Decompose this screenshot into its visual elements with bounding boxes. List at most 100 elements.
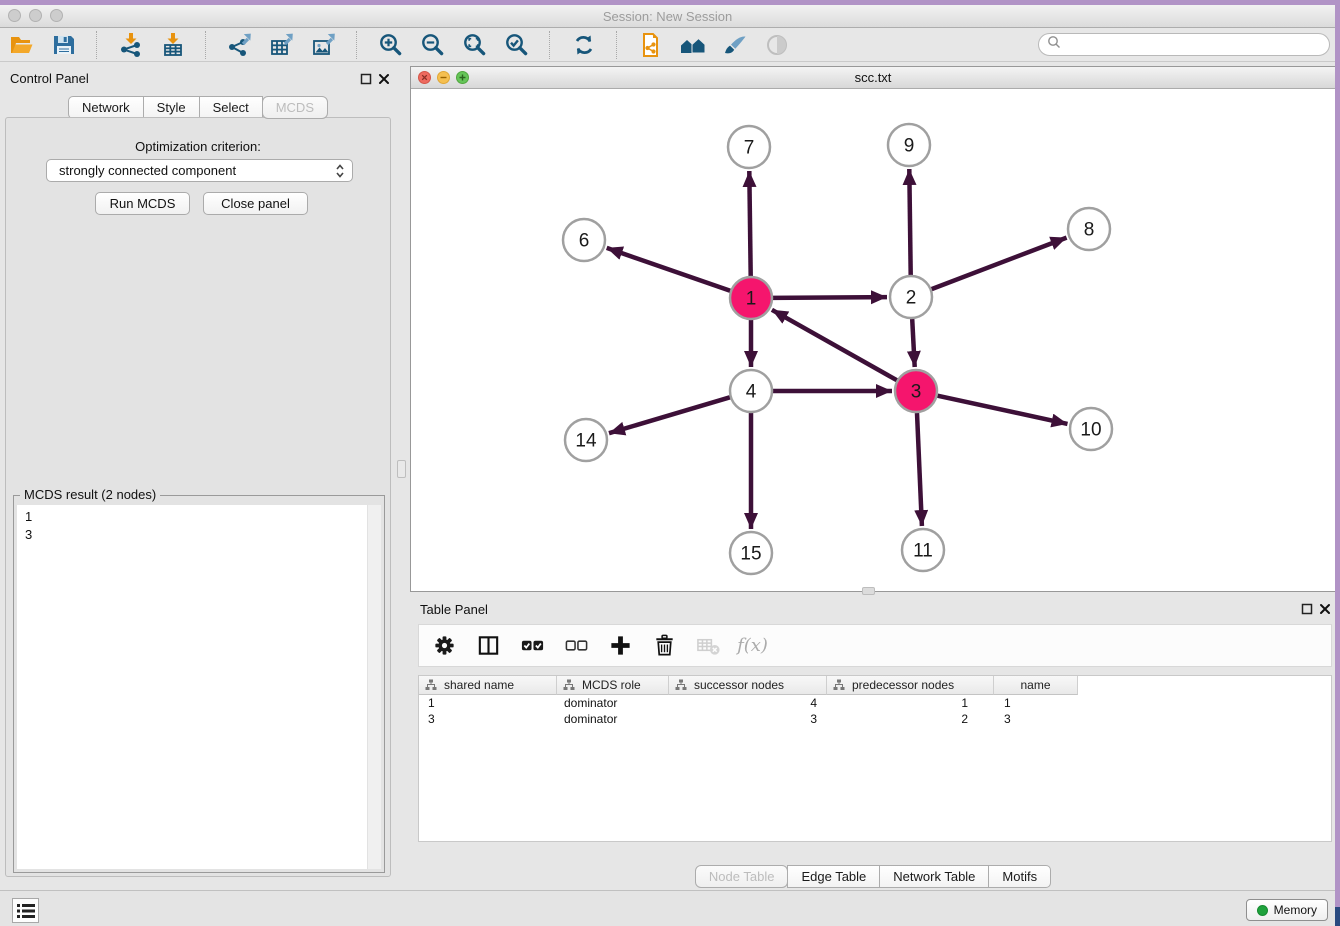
column-header-predecessor-nodes[interactable]: predecessor nodes [827, 676, 994, 695]
control-panel-title: Control Panel [10, 71, 89, 86]
cell-predecessor-nodes[interactable]: 2 [827, 712, 994, 726]
float-table-panel-icon[interactable] [1300, 602, 1314, 616]
node-table: shared nameMCDS rolesuccessor nodesprede… [418, 675, 1332, 842]
cell-name[interactable]: 1 [994, 696, 1078, 710]
node-8[interactable]: 8 [1068, 208, 1110, 250]
svg-text:8: 8 [1084, 220, 1095, 241]
control-panel: Control Panel NetworkStyleSelectMCDS Opt… [0, 62, 396, 890]
delete-row-icon[interactable] [651, 632, 678, 659]
open-session-icon[interactable] [8, 31, 35, 58]
float-panel-icon[interactable] [359, 72, 373, 86]
network-window-titlebar[interactable]: scc.txt [411, 67, 1335, 89]
cell-mcds-role[interactable]: dominator [557, 712, 669, 726]
deselect-all-icon[interactable] [563, 632, 590, 659]
splitter-grip-horizontal[interactable] [862, 587, 875, 595]
edge-3-10[interactable] [938, 396, 1068, 424]
import-network-icon[interactable] [117, 31, 144, 58]
tab-select[interactable]: Select [199, 96, 263, 119]
node-6[interactable]: 6 [563, 219, 605, 261]
node-2[interactable]: 2 [890, 276, 932, 318]
mcds-result-title: MCDS result (2 nodes) [20, 487, 160, 502]
edge-2-3[interactable] [912, 319, 915, 367]
tab-node-table[interactable]: Node Table [695, 865, 789, 888]
column-header-name[interactable]: name [994, 676, 1078, 695]
splitter-grip[interactable] [397, 460, 406, 478]
svg-text:4: 4 [746, 382, 757, 403]
network-canvas[interactable]: 7 9 6 8 1 2 4 3 14 10 15 11 [411, 89, 1335, 591]
tab-edge-table[interactable]: Edge Table [787, 865, 880, 888]
cell-predecessor-nodes[interactable]: 1 [827, 696, 994, 710]
zoom-fit-icon[interactable] [461, 31, 488, 58]
select-all-icon[interactable] [519, 632, 546, 659]
export-table-icon[interactable] [268, 31, 295, 58]
table-options-icon[interactable] [431, 632, 458, 659]
table-row[interactable]: 1dominator411 [419, 695, 1331, 711]
column-header-successor-nodes[interactable]: successor nodes [669, 676, 827, 695]
edge-3-1[interactable] [772, 310, 897, 380]
edge-1-6[interactable] [607, 248, 731, 291]
search-input[interactable] [1061, 35, 1329, 55]
criterion-dropdown[interactable]: strongly connected component [46, 159, 353, 182]
column-header-mcds-role[interactable]: MCDS role [557, 676, 669, 695]
tab-mcds[interactable]: MCDS [262, 96, 328, 119]
task-history-button[interactable] [12, 898, 39, 923]
style-brush-icon[interactable] [721, 31, 748, 58]
node-3[interactable]: 3 [895, 370, 937, 412]
edge-1-2[interactable] [773, 297, 887, 298]
cell-shared-name[interactable]: 3 [419, 712, 557, 726]
export-network-icon[interactable] [226, 31, 253, 58]
run-mcds-button[interactable]: Run MCDS [95, 192, 190, 215]
close-panel-icon[interactable] [377, 72, 391, 86]
tab-network[interactable]: Network [68, 96, 144, 119]
copy-session-icon[interactable] [637, 31, 664, 58]
scrollbar-track[interactable] [367, 505, 381, 869]
zoom-selected-icon[interactable] [503, 31, 530, 58]
column-header-shared-name[interactable]: shared name [419, 676, 557, 695]
zoom-out-icon[interactable] [419, 31, 446, 58]
export-image-icon[interactable] [310, 31, 337, 58]
mcds-result-textarea[interactable]: 13 [17, 505, 381, 869]
edge-2-8[interactable] [932, 238, 1067, 290]
edge-1-7[interactable] [749, 171, 750, 276]
close-table-panel-icon[interactable] [1318, 602, 1332, 616]
memory-label: Memory [1274, 903, 1317, 917]
edge-3-11[interactable] [917, 413, 922, 526]
node-7[interactable]: 7 [728, 126, 770, 168]
home-icon[interactable] [679, 31, 706, 58]
node-11[interactable]: 11 [902, 529, 944, 571]
edge-2-9[interactable] [909, 169, 910, 275]
node-9[interactable]: 9 [888, 124, 930, 166]
zoom-in-icon[interactable] [377, 31, 404, 58]
cell-shared-name[interactable]: 1 [419, 696, 557, 710]
node-15[interactable]: 15 [730, 532, 772, 574]
search-icon [1047, 35, 1061, 54]
node-14[interactable]: 14 [565, 419, 607, 461]
import-table-icon[interactable] [159, 31, 186, 58]
tab-style[interactable]: Style [143, 96, 200, 119]
desktop-frame-right [1335, 0, 1340, 907]
tab-network-table[interactable]: Network Table [879, 865, 989, 888]
memory-button[interactable]: Memory [1246, 899, 1328, 921]
edge-4-14[interactable] [609, 397, 730, 433]
node-1[interactable]: 1 [730, 277, 772, 319]
refresh-layout-icon[interactable] [570, 31, 597, 58]
app-titlebar: Session: New Session [0, 5, 1335, 28]
control-panel-tabs: NetworkStyleSelectMCDS [0, 96, 396, 119]
cell-successor-nodes[interactable]: 4 [669, 696, 827, 710]
optimization-criterion-label: Optimization criterion: [6, 139, 390, 154]
show-column-panel-icon[interactable] [475, 632, 502, 659]
cell-mcds-role[interactable]: dominator [557, 696, 669, 710]
network-view-title: scc.txt [411, 70, 1335, 85]
node-4[interactable]: 4 [730, 370, 772, 412]
tab-motifs[interactable]: Motifs [988, 865, 1051, 888]
add-row-icon[interactable] [607, 632, 634, 659]
search-box[interactable] [1038, 33, 1330, 56]
node-10[interactable]: 10 [1070, 408, 1112, 450]
cell-successor-nodes[interactable]: 3 [669, 712, 827, 726]
save-session-icon[interactable] [50, 31, 77, 58]
close-panel-button[interactable]: Close panel [203, 192, 308, 215]
table-row[interactable]: 3dominator323 [419, 711, 1331, 727]
table-toolbar: f(x) [418, 624, 1332, 667]
app-title: Session: New Session [0, 9, 1335, 24]
cell-name[interactable]: 3 [994, 712, 1078, 726]
